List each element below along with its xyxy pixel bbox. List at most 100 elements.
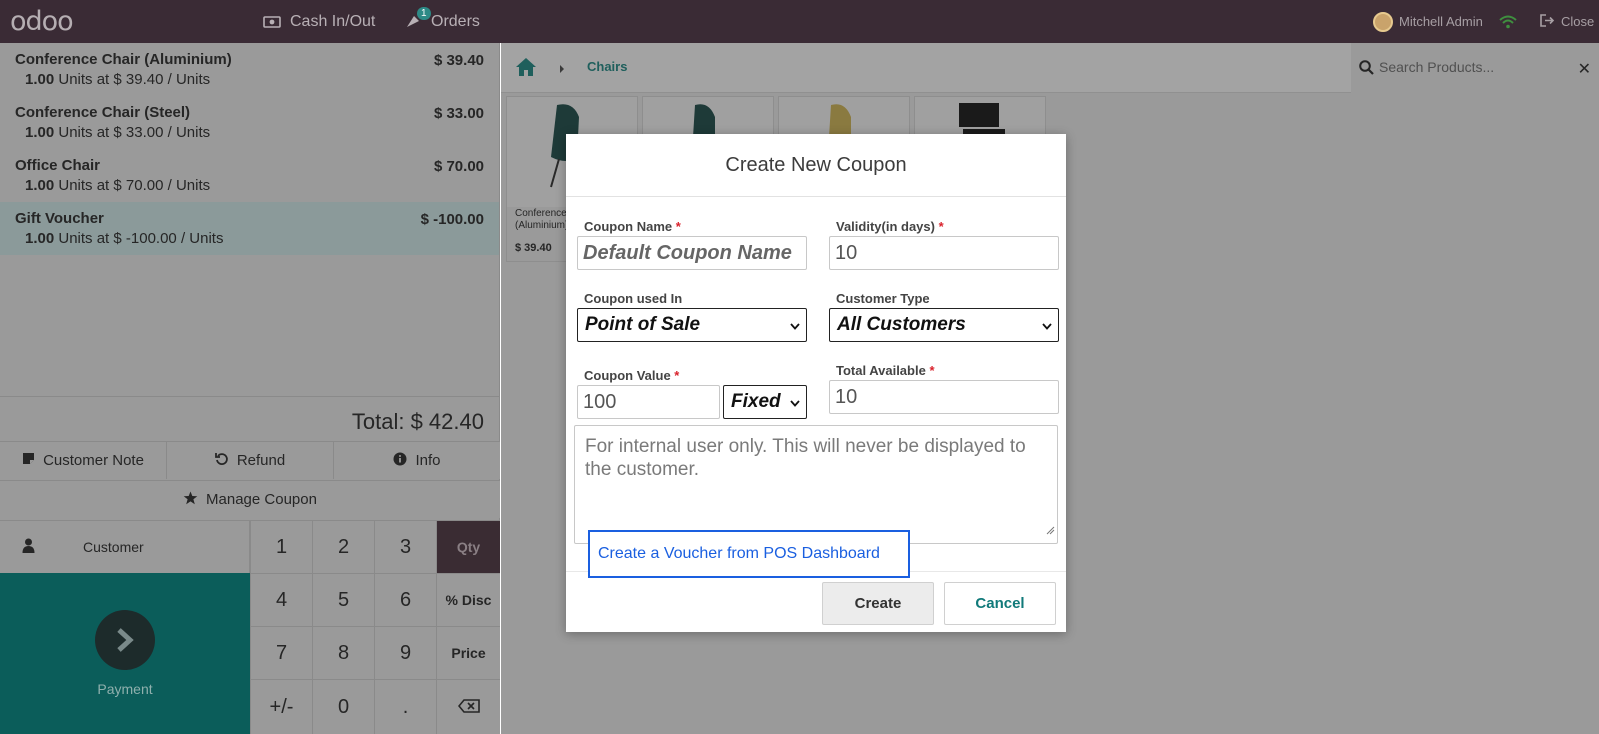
internal-note-textarea[interactable]: For internal user only. This will never …	[574, 425, 1058, 544]
orders-button[interactable]: 1 Orders	[404, 0, 480, 43]
numpad-key-4[interactable]: 4	[250, 573, 312, 626]
order-line-detail: 1.00 Units at $ 70.00 / Units	[15, 177, 484, 194]
chevron-right-icon	[559, 61, 565, 79]
divider	[0, 396, 500, 397]
numpad-key-2[interactable]: 2	[312, 520, 374, 573]
numpad-key-5[interactable]: 5	[312, 573, 374, 626]
chevron-down-icon	[790, 391, 800, 413]
refund-button[interactable]: Refund	[167, 442, 334, 479]
orders-label: Orders	[431, 12, 480, 30]
numpad-key-9[interactable]: 9	[374, 626, 436, 679]
info-label: Info	[415, 452, 441, 469]
total-available-label: Total Available *	[836, 363, 935, 378]
info-button[interactable]: Info	[334, 442, 500, 479]
breadcrumb: Chairs ✕	[501, 43, 1599, 93]
product-price: $ 39.40	[515, 242, 552, 254]
coupon-name-field[interactable]: Default Coupon Name	[577, 236, 807, 270]
order-line-name: Office Chair	[15, 157, 101, 174]
undo-icon	[214, 452, 229, 470]
order-line-selected[interactable]: Gift Voucher $ -100.00 1.00 Units at $ -…	[0, 202, 499, 255]
resize-handle-icon[interactable]	[1046, 518, 1055, 541]
orders-badge: 1	[417, 7, 431, 20]
cash-in-out-button[interactable]: Cash In/Out	[263, 0, 375, 43]
customer-type-label: Customer Type	[836, 291, 930, 306]
close-button[interactable]: Close	[1540, 0, 1594, 43]
coupon-value-field[interactable]: 100	[577, 385, 720, 419]
order-panel: Conference Chair (Aluminium) $ 39.40 1.0…	[0, 43, 500, 734]
total-available-field[interactable]: 10	[829, 380, 1059, 414]
breadcrumb-category[interactable]: Chairs	[587, 59, 627, 74]
order-line-price: $ -100.00	[420, 211, 484, 228]
numpad-mode-discount[interactable]: % Disc	[436, 573, 500, 626]
manage-coupon-button[interactable]: Manage Coupon	[0, 481, 500, 518]
customer-note-button[interactable]: Customer Note	[0, 442, 167, 479]
required-mark: *	[674, 368, 680, 383]
total-available-label-text: Total Available	[836, 363, 926, 378]
numpad-key-6[interactable]: 6	[374, 573, 436, 626]
customer-label: Customer	[83, 539, 144, 555]
order-line-name: Conference Chair (Aluminium)	[15, 51, 232, 68]
note-icon	[22, 452, 35, 469]
customer-type-select[interactable]: All Customers	[829, 308, 1059, 342]
validity-field[interactable]: 10	[829, 236, 1059, 270]
coupon-name-label: Coupon Name *	[584, 219, 681, 234]
order-line[interactable]: Conference Chair (Steel) $ 33.00 1.00 Un…	[0, 96, 499, 149]
numpad-key-3[interactable]: 3	[374, 520, 436, 573]
order-line-price: $ 39.40	[433, 52, 484, 69]
required-mark: *	[675, 219, 681, 234]
numpad-key-1[interactable]: 1	[250, 520, 312, 573]
coupon-value: 100	[583, 390, 617, 413]
cancel-button[interactable]: Cancel	[944, 582, 1056, 625]
validity-label: Validity(in days) *	[836, 219, 944, 234]
clear-search-icon[interactable]: ✕	[1578, 59, 1591, 79]
backspace-icon	[457, 696, 480, 719]
customer-type-value: All Customers	[837, 314, 966, 335]
validity-value: 10	[835, 241, 858, 264]
order-line-price: $ 33.00	[433, 105, 484, 122]
order-total: Total: $ 42.40	[351, 409, 484, 434]
top-bar: odoo Cash In/Out 1 Orders Mitchell Admin…	[0, 0, 1599, 43]
customer-button[interactable]: Customer	[0, 520, 250, 573]
coupon-used-in-value: Point of Sale	[585, 314, 701, 335]
chevron-down-icon	[790, 314, 800, 336]
coupon-value-type: Fixed	[731, 391, 781, 412]
numpad-key-8[interactable]: 8	[312, 626, 374, 679]
payment-button[interactable]: Payment	[0, 573, 250, 734]
numpad-key-plus-minus[interactable]: +/-	[250, 679, 312, 734]
order-line-qty: 1.00	[25, 71, 55, 88]
order-line-name: Gift Voucher	[15, 210, 104, 227]
numpad-key-decimal[interactable]: .	[374, 679, 436, 734]
create-button[interactable]: Create	[822, 582, 934, 625]
close-label: Close	[1561, 14, 1595, 29]
numpad-key-7[interactable]: 7	[250, 626, 312, 679]
coupon-value-label: Coupon Value *	[584, 368, 679, 383]
user-menu[interactable]: Mitchell Admin	[1373, 0, 1483, 43]
numpad-backspace[interactable]	[436, 679, 500, 734]
coupon-name-value: Default Coupon Name	[583, 241, 792, 264]
order-line[interactable]: Conference Chair (Aluminium) $ 39.40 1.0…	[0, 43, 499, 96]
order-line-detail: 1.00 Units at $ -100.00 / Units	[15, 230, 484, 247]
order-line-unit-info: Units at $ 39.40 / Units	[54, 71, 211, 88]
order-line[interactable]: Office Chair $ 70.00 1.00 Units at $ 70.…	[0, 149, 499, 202]
home-icon[interactable]	[515, 57, 537, 82]
coupon-used-in-select[interactable]: Point of Sale	[577, 308, 807, 342]
create-voucher-dashboard-link[interactable]: Create a Voucher from POS Dashboard	[588, 530, 910, 578]
payment-arrow-icon	[95, 610, 155, 670]
numpad-mode-price[interactable]: Price	[436, 626, 500, 679]
search-icon	[1359, 60, 1374, 80]
user-name: Mitchell Admin	[1399, 14, 1483, 29]
odoo-logo: odoo	[10, 6, 74, 37]
coupon-value-type-select[interactable]: Fixed	[723, 385, 807, 419]
control-buttons-row: Customer Note Refund Info	[0, 441, 500, 479]
sign-out-icon	[1540, 13, 1555, 30]
cash-in-out-label: Cash In/Out	[290, 12, 376, 30]
search-input[interactable]	[1379, 59, 1569, 75]
required-mark: *	[929, 363, 935, 378]
numpad-mode-qty[interactable]: Qty	[436, 520, 500, 573]
order-line-qty: 1.00	[25, 230, 55, 247]
cash-icon	[263, 15, 281, 29]
numpad-key-0[interactable]: 0	[312, 679, 374, 734]
payment-label: Payment	[97, 681, 153, 697]
order-line-qty: 1.00	[25, 177, 55, 194]
create-coupon-dialog: Create New Coupon Coupon Name * Default …	[566, 134, 1066, 632]
